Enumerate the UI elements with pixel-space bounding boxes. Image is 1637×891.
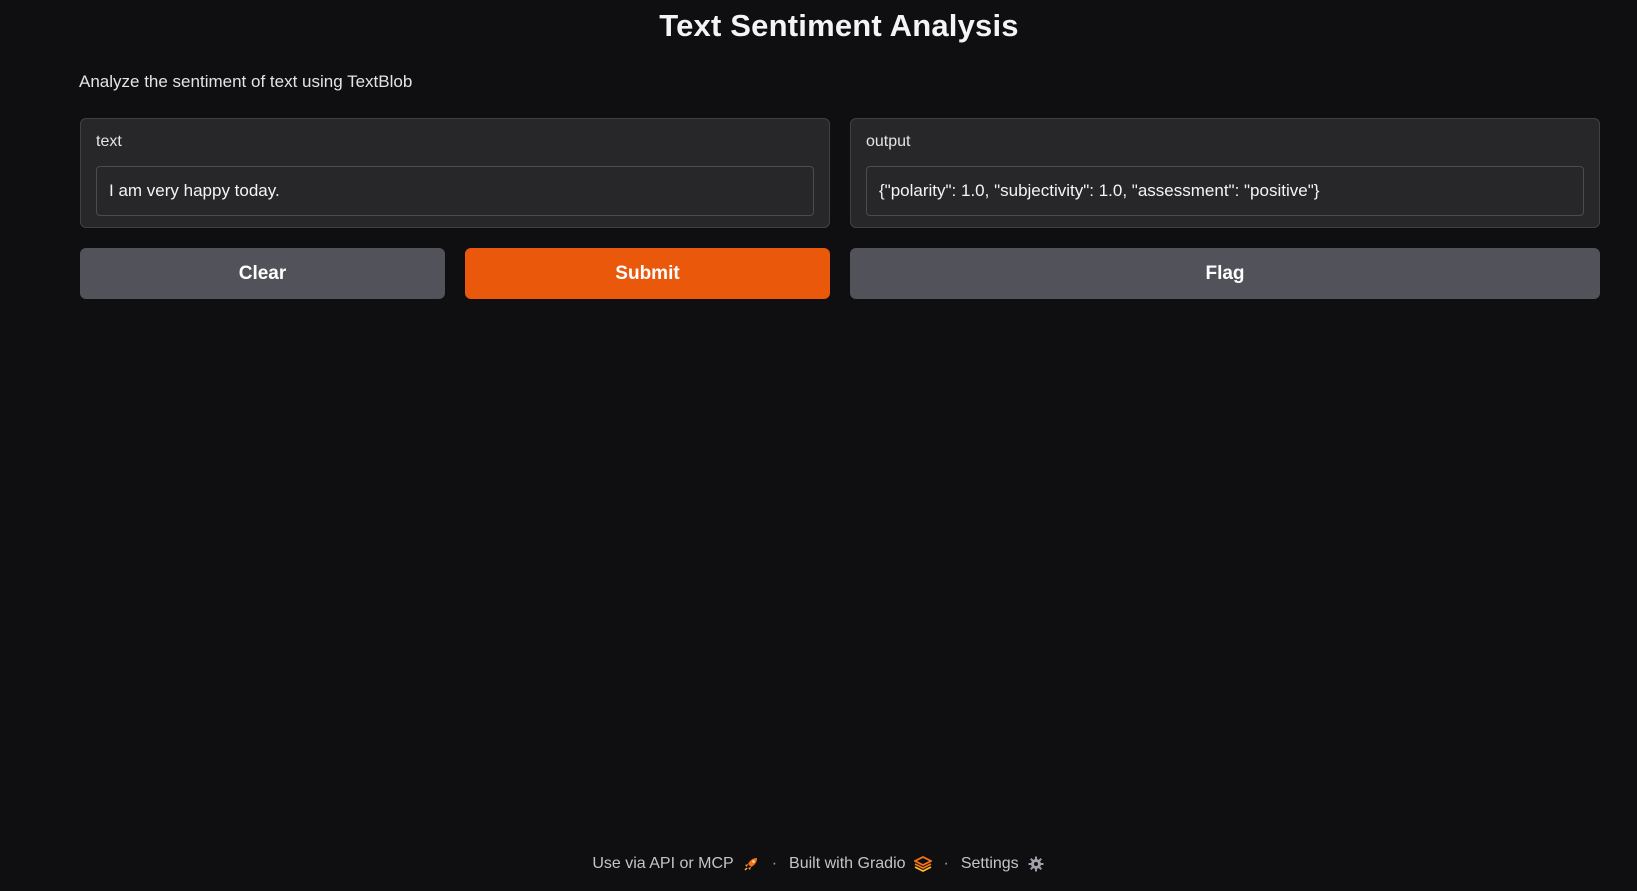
gradio-logo-icon [913,855,932,873]
app-root: Text Sentiment Analysis Analyze the sent… [0,0,1637,891]
gear-icon [1027,855,1045,873]
text-input[interactable] [109,181,801,201]
footer-separator: · [943,855,949,872]
footer: Use via API or MCP · Built with Gradio ·… [0,855,1637,873]
footer-separator: · [771,855,778,872]
output-panel: output {"polarity": 1.0, "subjectivity":… [850,118,1600,228]
clear-button[interactable]: Clear [80,248,445,299]
page-title: Text Sentiment Analysis [659,8,1019,43]
page-description: Analyze the sentiment of text using Text… [79,72,413,91]
output-value: {"polarity": 1.0, "subjectivity": 1.0, "… [879,181,1320,200]
gradio-link[interactable]: Built with Gradio [789,855,932,873]
settings-link[interactable]: Settings [961,855,1045,873]
gradio-link-label: Built with Gradio [789,855,906,872]
flag-button[interactable]: Flag [850,248,1600,299]
api-link[interactable]: Use via API or MCP [592,855,759,873]
text-input-panel: text [80,118,830,228]
text-input-box[interactable] [96,166,814,216]
text-input-label: text [96,133,122,150]
api-link-label: Use via API or MCP [592,855,734,872]
submit-button[interactable]: Submit [465,248,830,299]
settings-link-label: Settings [960,855,1019,872]
output-label: output [866,133,911,150]
rocket-icon [742,855,760,873]
output-textbox[interactable]: {"polarity": 1.0, "subjectivity": 1.0, "… [866,166,1584,216]
